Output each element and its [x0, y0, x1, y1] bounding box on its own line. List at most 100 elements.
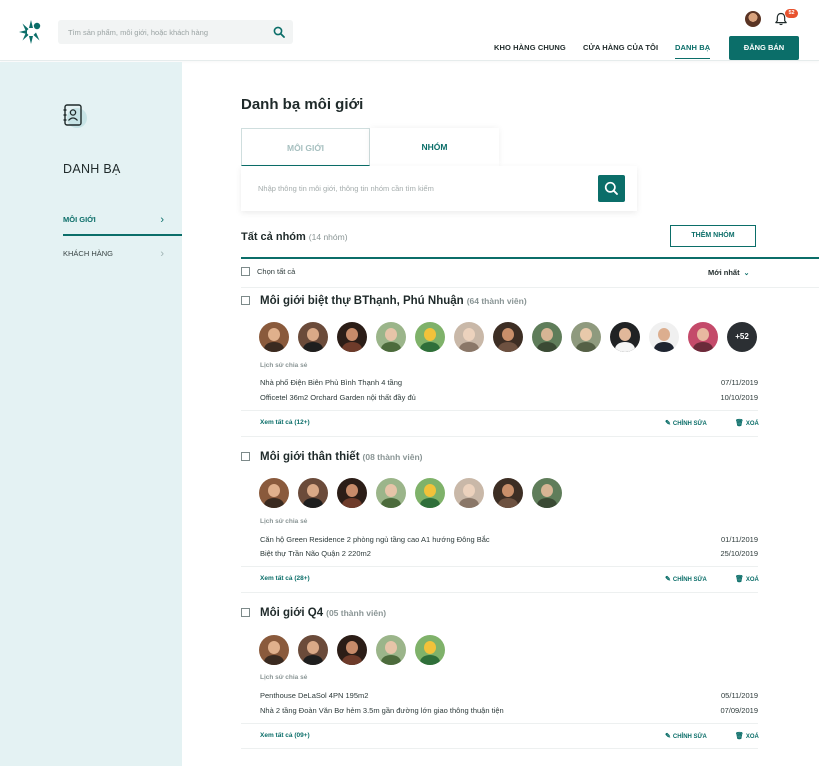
add-group-button[interactable]: THÊM NHÓM	[670, 225, 756, 247]
post-listing-button[interactable]: ĐĂNG BÁN	[729, 36, 799, 60]
group-title[interactable]: Môi giới Q4 (05 thành viên)	[260, 607, 386, 619]
tab-moi-gioi[interactable]: MÔI GIỚI	[241, 128, 370, 166]
member-avatar[interactable]	[337, 322, 367, 352]
broker-search-input[interactable]	[241, 166, 591, 211]
member-avatar[interactable]	[493, 322, 523, 352]
avatar-face	[580, 328, 592, 341]
global-search-input[interactable]	[58, 20, 263, 44]
user-avatar[interactable]	[745, 11, 761, 27]
sidebar-item-moi-gioi[interactable]: MÔI GIỚI ›	[63, 214, 182, 226]
edit-icon: ✎	[665, 576, 671, 583]
avatar-face	[619, 328, 631, 341]
member-avatar[interactable]	[376, 322, 406, 352]
history-title: Biệt thự Trần Não Quận 2 220m2	[260, 549, 371, 558]
more-members-badge[interactable]: +52	[727, 322, 757, 352]
member-avatar[interactable]	[571, 322, 601, 352]
member-avatar[interactable]	[493, 478, 523, 508]
history-row[interactable]: Căn hộ Green Residence 2 phòng ngủ tầng …	[260, 535, 758, 544]
group-title[interactable]: Môi giới thân thiết (08 thành viên)	[260, 451, 423, 463]
member-avatar[interactable]	[337, 478, 367, 508]
history-date: 01/11/2019	[721, 535, 758, 544]
delete-group-button[interactable]: 🗑 XOÁ	[735, 575, 759, 583]
member-avatar[interactable]	[415, 478, 445, 508]
history-row[interactable]: Nhà phố Điện Biên Phủ Bình Thạnh 4 tầng …	[260, 378, 758, 387]
avatar-shoulders	[537, 342, 557, 352]
member-avatar[interactable]	[259, 478, 289, 508]
member-avatar[interactable]	[337, 635, 367, 665]
avatar-shoulders	[498, 498, 518, 508]
delete-group-button[interactable]: 🗑 XOÁ	[735, 419, 759, 427]
history-title: Nhà phố Điện Biên Phủ Bình Thạnh 4 tầng	[260, 378, 403, 387]
edit-group-button[interactable]: ✎ CHỈNH SỬA	[665, 419, 707, 427]
avatar-face	[346, 641, 358, 654]
history-row[interactable]: Nhà 2 tầng Đoàn Văn Bơ hẻm 3.5m gần đườn…	[260, 706, 758, 715]
select-all-checkbox[interactable]	[241, 267, 250, 276]
search-icon	[604, 181, 618, 195]
member-avatar[interactable]	[532, 478, 562, 508]
delete-label: XOÁ	[745, 734, 759, 740]
history-title: Căn hộ Green Residence 2 phòng ngủ tầng …	[260, 535, 490, 544]
history-row[interactable]: Officetel 36m2 Orchard Garden nội thất đ…	[260, 393, 758, 402]
divider	[241, 748, 758, 749]
group-member-count: (64 thành viên)	[466, 296, 527, 306]
divider	[241, 566, 758, 567]
group-checkbox[interactable]	[241, 452, 250, 461]
avatar-shoulders	[498, 342, 518, 352]
avatar-shoulders	[693, 342, 713, 352]
avatar-shoulders	[303, 498, 323, 508]
member-avatar[interactable]	[298, 478, 328, 508]
member-avatar[interactable]	[610, 322, 640, 352]
edit-group-button[interactable]: ✎ CHỈNH SỬA	[665, 732, 707, 740]
group-title[interactable]: Môi giới biệt thự BThạnh, Phú Nhuận (64 t…	[260, 295, 527, 307]
member-avatar[interactable]	[259, 635, 289, 665]
member-avatar[interactable]	[415, 322, 445, 352]
avatar-shoulders	[342, 342, 362, 352]
member-avatar[interactable]	[298, 322, 328, 352]
avatar-face	[541, 328, 553, 341]
avatar-face	[424, 328, 436, 341]
delete-label: XOÁ	[745, 577, 759, 583]
edit-group-button[interactable]: ✎ CHỈNH SỬA	[665, 575, 707, 583]
search-icon[interactable]	[273, 26, 285, 38]
nav-kho-hang-chung[interactable]: KHO HÀNG CHUNG	[494, 43, 566, 52]
history-row[interactable]: Penthouse DeLaSol 4PN 195m2 05/11/2019	[260, 691, 758, 700]
avatar-shoulders	[342, 655, 362, 665]
group-count: (14 nhóm)	[308, 232, 348, 242]
group-checkbox[interactable]	[241, 296, 250, 305]
avatar-face	[385, 328, 397, 341]
group-checkbox[interactable]	[241, 608, 250, 617]
edit-label: CHỈNH SỬA	[672, 734, 707, 740]
member-avatar[interactable]	[376, 478, 406, 508]
logo-icon[interactable]	[18, 19, 44, 45]
nav-danh-ba[interactable]: DANH BẠ	[675, 43, 711, 59]
see-all-link[interactable]: Xem tất cả (12+)	[260, 419, 310, 426]
member-avatar[interactable]	[454, 322, 484, 352]
history-row[interactable]: Biệt thự Trần Não Quận 2 220m2 25/10/201…	[260, 549, 758, 558]
member-avatar[interactable]	[376, 635, 406, 665]
member-avatar[interactable]	[298, 635, 328, 665]
history-date: 07/11/2019	[721, 378, 758, 387]
avatar-shoulders	[264, 342, 284, 352]
sort-label: Mới nhất	[708, 268, 740, 277]
member-avatar[interactable]	[259, 322, 289, 352]
tab-nhom[interactable]: NHÓM	[370, 128, 499, 166]
sidebar-item-khach-hang[interactable]: KHÁCH HÀNG ›	[63, 248, 182, 260]
see-all-link[interactable]: Xem tất cả (28+)	[260, 575, 310, 582]
delete-group-button[interactable]: 🗑 XOÁ	[735, 732, 759, 740]
delete-label: XOÁ	[745, 421, 759, 427]
member-avatar[interactable]	[454, 478, 484, 508]
member-avatar[interactable]	[532, 322, 562, 352]
avatar-shoulders	[381, 655, 401, 665]
member-avatar[interactable]	[688, 322, 718, 352]
nav-cua-hang-cua-toi[interactable]: CỬA HÀNG CỦA TÔI	[583, 43, 658, 52]
avatar-face	[307, 484, 319, 497]
group-list-title: Tất cả nhóm	[241, 231, 306, 243]
sort-dropdown[interactable]: Mới nhất ⌄	[708, 268, 749, 277]
broker-search-button[interactable]	[598, 175, 625, 202]
member-avatar[interactable]	[415, 635, 445, 665]
history-date: 05/11/2019	[721, 691, 758, 700]
select-all-label: Chọn tất cả	[257, 267, 296, 276]
avatar-shoulders	[381, 342, 401, 352]
see-all-link[interactable]: Xem tất cả (09+)	[260, 732, 310, 739]
member-avatar[interactable]	[649, 322, 679, 352]
